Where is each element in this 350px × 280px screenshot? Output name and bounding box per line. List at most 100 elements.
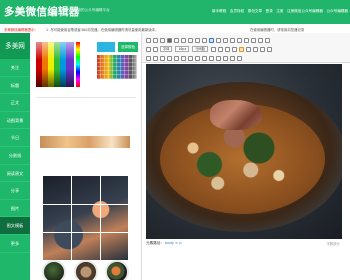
sidebar-item-active[interactable]: 图文模板 — [0, 217, 30, 235]
top-nav: 新手教程 会员特权 原创文章 登录 注册 注册微信公众号编辑器 公众号编辑器 — [209, 9, 348, 14]
indent-icon[interactable] — [153, 46, 158, 52]
element-path: 元素路径： body > p — [146, 241, 182, 246]
italic-icon[interactable] — [174, 37, 179, 43]
round-image-template[interactable] — [105, 260, 129, 280]
unlink-icon[interactable] — [245, 46, 251, 52]
table-icon[interactable] — [174, 55, 179, 61]
template-panel: 选择颜色 — [30, 33, 142, 280]
justify-icon[interactable] — [231, 46, 237, 52]
sidebar-brand: 多美网 — [0, 33, 30, 59]
top-nav-link[interactable]: 会员特权 — [230, 9, 244, 14]
site-subtitle: 国内最好用的公众号编辑平台 — [63, 8, 110, 12]
color-swatches[interactable] — [97, 55, 137, 79]
video-icon[interactable] — [153, 55, 158, 61]
color-preview — [97, 42, 115, 52]
notice-bar: 多美微信编辑器提示： 1. 尽可能使用谷歌或者360浏览器，在使用编辑器时请尽量… — [0, 24, 350, 33]
format-painter-icon[interactable] — [230, 37, 235, 43]
top-nav-link[interactable]: 新手教程 — [212, 9, 226, 14]
music-icon[interactable] — [160, 55, 165, 61]
top-header: 多美微信编辑器 国内最好用的公众号编辑平台 新手教程 会员特权 原创文章 登录 … — [0, 0, 350, 24]
soup-photo[interactable] — [146, 64, 342, 239]
toolbar-row: 字体 16px 行间距 — [146, 45, 274, 53]
sidebar-item[interactable]: 更多 — [0, 235, 30, 253]
grid-line — [43, 232, 128, 233]
top-nav-link[interactable]: 注册微信公众号编辑器 — [287, 9, 323, 14]
banner-template[interactable] — [40, 136, 130, 148]
strikethrough-icon[interactable] — [188, 37, 193, 43]
fullscreen-icon[interactable] — [223, 55, 228, 61]
source-icon[interactable] — [146, 37, 151, 43]
toolbar-row — [146, 54, 244, 62]
clear-format-icon[interactable] — [223, 37, 228, 43]
sidebar-item[interactable]: 正文 — [0, 94, 30, 112]
ordered-list-icon[interactable] — [244, 37, 249, 43]
underline-icon[interactable] — [181, 37, 186, 43]
round-image-template[interactable] — [42, 260, 66, 280]
notice-prefix: 多美微信编辑器提示： — [4, 27, 38, 32]
image-grid-template[interactable] — [43, 176, 128, 260]
editor-toolbar: 字体 16px 行间距 — [142, 33, 350, 63]
search-replace-icon[interactable] — [230, 55, 235, 61]
superscript-icon[interactable] — [195, 37, 200, 43]
map-icon[interactable] — [167, 55, 172, 61]
element-path-value[interactable]: body > p — [165, 241, 181, 245]
select-all-icon[interactable] — [258, 37, 263, 43]
top-nav-link[interactable]: 登录 — [266, 9, 273, 14]
color-select-button[interactable]: 选择颜色 — [118, 42, 138, 52]
grid-line — [100, 176, 101, 260]
anchor-icon[interactable] — [252, 46, 258, 52]
help-icon[interactable] — [237, 55, 242, 61]
notice-text: 1. 尽可能使用谷歌或者360浏览器，在使用编辑器时请尽量使用最新版本， — [46, 27, 159, 32]
element-path-label: 元素路径： — [146, 241, 164, 245]
quote-icon[interactable] — [237, 37, 242, 43]
font-family-select[interactable]: 字体 — [160, 46, 173, 52]
insert-col-icon[interactable] — [188, 55, 193, 61]
left-sidebar: 多美网 关注 标题 正文 动图背景 节日 分割线 阅读原文 分享 图片 图文模板… — [0, 33, 30, 280]
font-color-icon[interactable] — [209, 37, 214, 43]
font-size-select[interactable]: 16px — [175, 46, 190, 52]
top-nav-link[interactable]: 注册 — [276, 9, 283, 14]
sidebar-item[interactable]: 标题 — [0, 77, 30, 95]
align-right-icon[interactable] — [224, 46, 230, 52]
subscript-icon[interactable] — [202, 37, 207, 43]
grid-line — [71, 176, 72, 260]
line-height-select[interactable]: 行间距 — [192, 46, 208, 52]
merge-cells-icon[interactable] — [195, 55, 200, 61]
unordered-list-icon[interactable] — [251, 37, 256, 43]
sidebar-item[interactable]: 图片 — [0, 200, 30, 218]
emotion-icon[interactable] — [259, 46, 265, 52]
sidebar-item[interactable]: 节日 — [0, 129, 30, 147]
align-center-icon[interactable] — [217, 46, 223, 52]
horizontal-rule-icon[interactable] — [266, 46, 272, 52]
editor-content[interactable]: 元素路径： body > p 字数统计 — [142, 63, 350, 280]
round-image-template[interactable] — [74, 260, 98, 280]
undo-icon[interactable] — [153, 37, 158, 43]
preview-icon[interactable] — [216, 55, 221, 61]
sidebar-item[interactable]: 动图背景 — [0, 112, 30, 130]
sidebar-item[interactable]: 分享 — [0, 182, 30, 200]
color-picker-area[interactable] — [36, 42, 74, 87]
redo-icon[interactable] — [160, 37, 165, 43]
meat-shape — [210, 100, 262, 130]
grid-line — [43, 204, 128, 205]
sidebar-item[interactable]: 阅读原文 — [0, 165, 30, 183]
toolbar-row — [146, 36, 272, 44]
delete-table-icon[interactable] — [209, 55, 214, 61]
paragraph-icon[interactable] — [146, 46, 151, 52]
top-nav-link[interactable]: 原创文章 — [248, 9, 262, 14]
link-icon[interactable] — [238, 46, 244, 52]
sidebar-item[interactable]: 分割线 — [0, 147, 30, 165]
clear-doc-icon[interactable] — [265, 37, 270, 43]
notice-extra: 在使用编辑器时，请常用浏览器记录 — [250, 27, 305, 32]
background-color-icon[interactable] — [216, 37, 221, 43]
bold-icon[interactable] — [167, 37, 172, 43]
editor-app: 多美微信编辑器 国内最好用的公众号编辑平台 新手教程 会员特权 原创文章 登录 … — [0, 0, 350, 280]
split-cells-icon[interactable] — [202, 55, 207, 61]
align-left-icon[interactable] — [210, 46, 216, 52]
sidebar-item[interactable]: 关注 — [0, 59, 30, 77]
insert-row-icon[interactable] — [181, 55, 186, 61]
hue-slider[interactable] — [76, 42, 80, 87]
top-nav-link[interactable]: 公众号编辑器 — [326, 9, 348, 14]
image-icon[interactable] — [146, 55, 151, 61]
word-count: 字数统计 — [326, 242, 340, 246]
